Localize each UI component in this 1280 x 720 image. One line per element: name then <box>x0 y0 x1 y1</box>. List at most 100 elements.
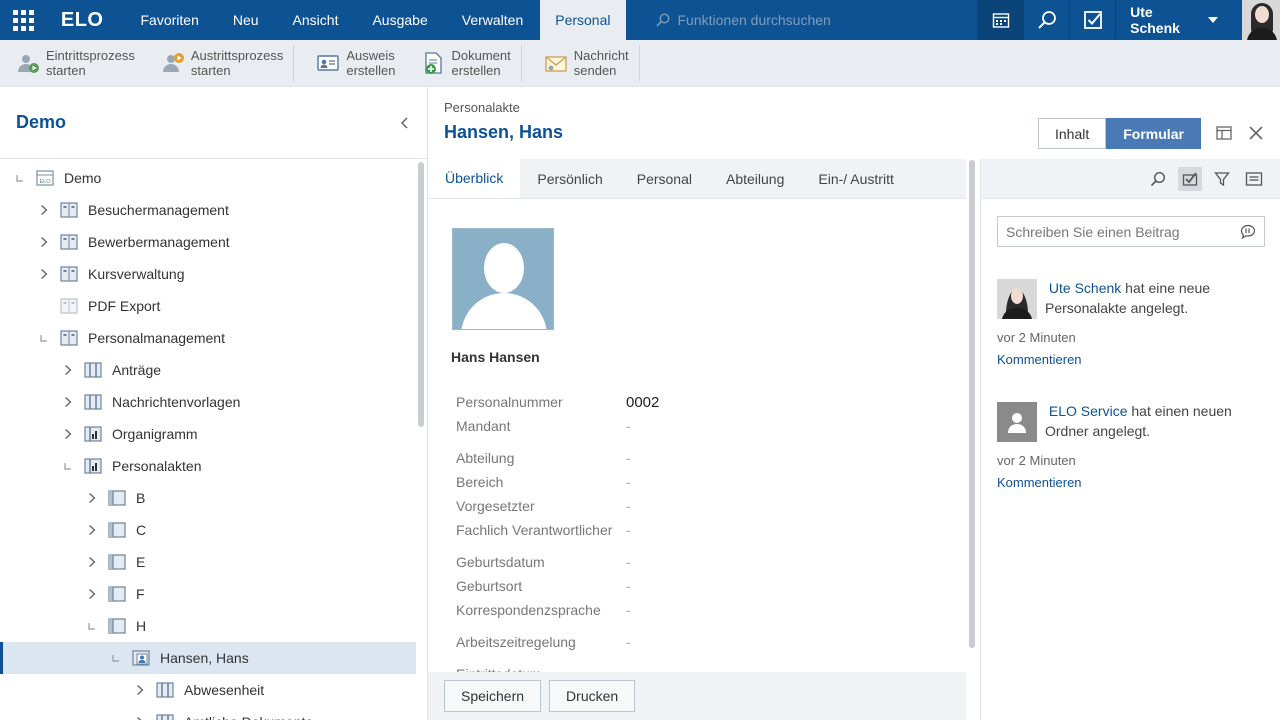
profile-photo-placeholder[interactable] <box>452 228 554 330</box>
mark-read-icon[interactable] <box>1178 166 1202 191</box>
feed-text: Ute Schenk hat eine neue Personalakte an… <box>1045 278 1267 318</box>
feed-author[interactable]: ELO Service <box>1049 403 1128 419</box>
layout-icon[interactable] <box>1216 125 1232 141</box>
separator <box>638 45 640 81</box>
tree-item[interactable]: Personalmanagement <box>0 322 416 354</box>
collapse-corner-icon[interactable] <box>60 458 76 474</box>
chevron-right-icon[interactable] <box>60 394 76 410</box>
tree-item[interactable]: ELO Demo <box>0 162 416 194</box>
chevron-right-icon[interactable] <box>132 682 148 698</box>
tree-item[interactable]: Nachrichtenvorlagen <box>0 386 416 418</box>
field-value: - <box>626 474 631 490</box>
tree-item[interactable]: Amtliche Dokumente <box>0 706 416 720</box>
tree-item[interactable]: H <box>0 610 416 642</box>
avatar[interactable] <box>1242 0 1280 40</box>
cabinet-icon <box>60 266 78 282</box>
print-button[interactable]: Drucken <box>549 680 636 712</box>
chevron-right-icon[interactable] <box>60 362 76 378</box>
app-grid-icon[interactable] <box>0 0 47 40</box>
feed-panel: Schreiben Sie einen Beitrag Ute Schenk h… <box>980 159 1280 720</box>
field-value: - <box>626 602 631 618</box>
post-input[interactable]: Schreiben Sie einen Beitrag <box>997 216 1265 247</box>
chevron-right-icon[interactable] <box>84 554 100 570</box>
chevron-right-icon[interactable] <box>84 490 100 506</box>
filter-icon[interactable] <box>1210 167 1234 191</box>
menu-ansicht[interactable]: Ansicht <box>276 0 356 40</box>
avatar[interactable] <box>997 402 1037 442</box>
search-icon[interactable] <box>1023 0 1069 40</box>
chevron-down-icon <box>1208 17 1219 23</box>
send-message-button[interactable]: Nachricht senden <box>528 40 639 87</box>
feed-author[interactable]: Ute Schenk <box>1049 280 1121 296</box>
tab-personal-data[interactable]: Persönlich <box>520 159 619 198</box>
comment-link[interactable]: Kommentieren <box>997 352 1082 367</box>
user-menu[interactable]: Ute Schenk <box>1115 0 1242 40</box>
tree-item[interactable]: Kursverwaltung <box>0 258 416 290</box>
repo-icon: ELO <box>36 170 54 186</box>
collapse-corner-icon[interactable] <box>108 650 124 666</box>
tree-item[interactable]: Anträge <box>0 354 416 386</box>
repository-panel: Demo ELO Demo Besuchermanagement Bewerberma… <box>0 87 428 720</box>
collapse-corner-icon[interactable] <box>36 330 52 346</box>
chevron-right-icon[interactable] <box>36 234 52 250</box>
register-icon <box>108 490 126 506</box>
search-icon[interactable] <box>1146 167 1170 191</box>
view-toggle: Inhalt Formular <box>1038 118 1201 149</box>
comment-link[interactable]: Kommentieren <box>997 475 1082 490</box>
list-view-icon[interactable] <box>1242 167 1266 191</box>
tab-entry-exit[interactable]: Ein-/ Austritt <box>801 159 910 198</box>
chevron-right-icon[interactable] <box>84 522 100 538</box>
person-name: Hans Hansen <box>451 349 540 365</box>
tree-item[interactable]: C <box>0 514 416 546</box>
collapse-corner-icon[interactable] <box>12 170 28 186</box>
tab-department[interactable]: Abteilung <box>709 159 801 198</box>
menu-favoriten[interactable]: Favoriten <box>124 0 216 40</box>
tree-item-label: Anträge <box>112 362 162 378</box>
form-footer: Speichern Drucken <box>428 672 966 720</box>
chevron-right-icon[interactable] <box>60 426 76 442</box>
tree-item[interactable]: F <box>0 578 416 610</box>
tree-item[interactable]: Personalakten <box>0 450 416 482</box>
chevron-right-icon[interactable] <box>84 586 100 602</box>
tab-overview[interactable]: Überblick <box>428 159 521 198</box>
tree-scrollbar[interactable] <box>418 162 424 427</box>
tree-item-label: Organigramm <box>112 426 198 442</box>
tasks-icon[interactable] <box>1069 0 1115 40</box>
form-scrollbar[interactable] <box>969 160 975 648</box>
menu-personal[interactable]: Personal <box>540 0 626 40</box>
collapse-corner-icon[interactable] <box>84 618 100 634</box>
tree-item[interactable]: E <box>0 546 416 578</box>
menu-ausgabe[interactable]: Ausgabe <box>355 0 444 40</box>
tab-personnel[interactable]: Personal <box>620 159 709 198</box>
tree-item-label: Kursverwaltung <box>88 266 185 282</box>
menu-verwalten[interactable]: Verwalten <box>445 0 540 40</box>
tree-item[interactable]: PDF Export <box>0 290 416 322</box>
chevron-right-icon[interactable] <box>36 202 52 218</box>
tree-item[interactable]: Abwesenheit <box>0 674 416 706</box>
create-document-button[interactable]: Dokument erstellen <box>406 40 521 87</box>
collapse-panel-icon[interactable] <box>399 116 411 129</box>
tree-item[interactable]: Bewerbermanagement <box>0 226 416 258</box>
calendar-icon[interactable] <box>977 0 1024 40</box>
close-icon[interactable] <box>1248 125 1264 141</box>
tree-item[interactable]: B <box>0 482 416 514</box>
menu-neu[interactable]: Neu <box>216 0 276 40</box>
separator <box>520 45 522 81</box>
tree-item[interactable]: Besuchermanagement <box>0 194 416 226</box>
document-view: Personalakte Hansen, Hans Inhalt Formula… <box>428 87 1263 720</box>
save-button[interactable]: Speichern <box>444 680 542 712</box>
tree-item[interactable]: Organigramm <box>0 418 416 450</box>
chevron-right-icon[interactable] <box>132 714 148 720</box>
chevron-right-icon[interactable] <box>36 266 52 282</box>
function-search-input[interactable]: Funktionen durchsuchen <box>626 0 978 40</box>
create-badge-button[interactable]: Ausweis erstellen <box>300 40 405 87</box>
start-offboarding-button[interactable]: Austrittsprozess starten <box>145 40 293 87</box>
avatar[interactable] <box>997 279 1037 319</box>
start-onboarding-button[interactable]: Eintrittsprozess starten <box>0 40 145 87</box>
field-value: - <box>626 554 631 570</box>
form-content: Hans Hansen Personalnummer 0002 Mandant - Ab… <box>428 199 966 672</box>
content-view-button[interactable]: Inhalt <box>1038 118 1107 149</box>
form-view-button[interactable]: Formular <box>1106 118 1201 149</box>
tree-item[interactable]: Hansen, Hans <box>0 642 416 674</box>
